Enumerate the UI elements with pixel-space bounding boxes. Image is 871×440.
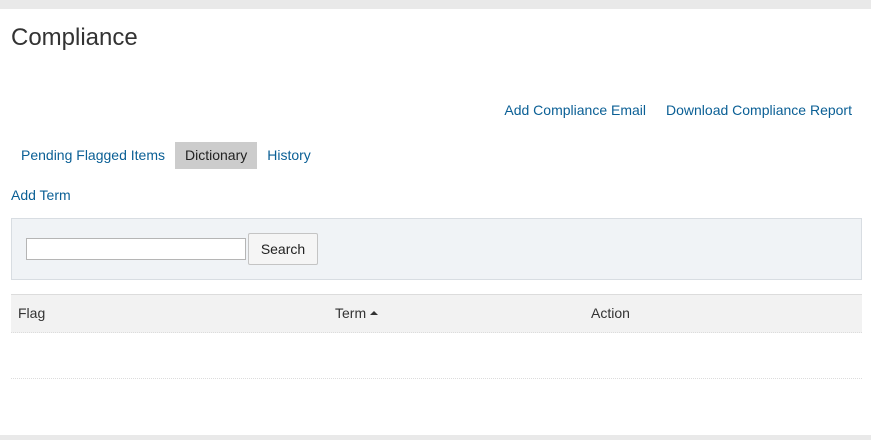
- column-header-action-label: Action: [591, 305, 630, 321]
- add-term-link[interactable]: Add Term: [11, 187, 71, 203]
- column-header-term[interactable]: Term: [335, 305, 379, 321]
- table-header: Flag Term Action: [11, 294, 862, 333]
- top-actions: Add Compliance Email Download Compliance…: [504, 102, 852, 118]
- tab-bar: Pending Flagged Items Dictionary History: [11, 142, 321, 169]
- search-input[interactable]: [26, 238, 246, 260]
- tab-dictionary[interactable]: Dictionary: [174, 142, 258, 169]
- column-header-term-label: Term: [335, 305, 367, 321]
- tab-pending-flagged-items[interactable]: Pending Flagged Items: [11, 142, 175, 169]
- column-header-flag[interactable]: Flag: [18, 305, 45, 321]
- search-panel: Search: [11, 218, 862, 280]
- compliance-page: Compliance Add Compliance Email Download…: [0, 9, 871, 435]
- tab-history[interactable]: History: [257, 142, 321, 169]
- search-button[interactable]: Search: [248, 233, 318, 265]
- table-empty-row: [11, 333, 862, 379]
- column-header-flag-label: Flag: [18, 305, 46, 321]
- column-header-action: Action: [591, 305, 630, 321]
- dictionary-table: Flag Term Action: [11, 294, 862, 379]
- sort-ascending-icon: [370, 311, 379, 316]
- page-title: Compliance: [11, 24, 138, 51]
- add-compliance-email-link[interactable]: Add Compliance Email: [504, 102, 646, 118]
- download-compliance-report-link[interactable]: Download Compliance Report: [666, 102, 852, 118]
